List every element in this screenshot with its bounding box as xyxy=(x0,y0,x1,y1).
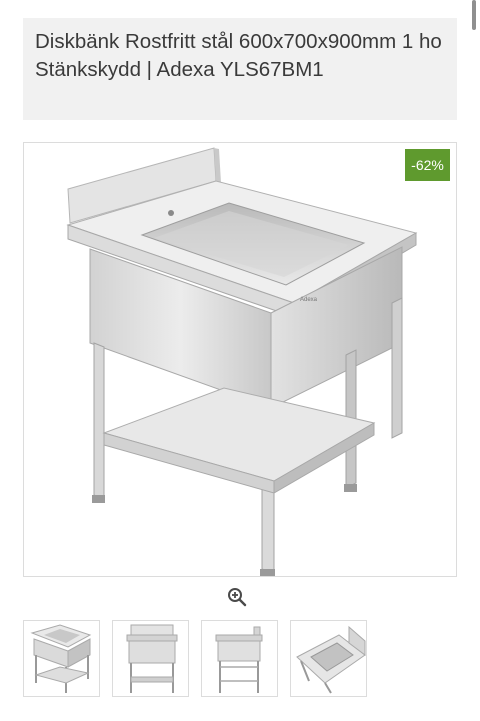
thumbnail-side[interactable] xyxy=(201,620,278,697)
product-title: Diskbänk Rostfritt stål 600x700x900mm 1 … xyxy=(35,30,442,81)
thumbnail-strip xyxy=(23,620,457,698)
sink-illustration: Adexa xyxy=(66,147,418,576)
svg-text:Adexa: Adexa xyxy=(300,297,318,303)
scrollbar[interactable] xyxy=(472,0,476,30)
zoom-in-icon[interactable] xyxy=(227,587,247,607)
main-product-image[interactable]: Adexa -62% xyxy=(23,142,457,577)
thumbnail-top[interactable] xyxy=(290,620,367,697)
thumbnail-front-angle[interactable] xyxy=(23,620,100,697)
product-title-box: Diskbänk Rostfritt stål 600x700x900mm 1 … xyxy=(23,18,457,120)
discount-badge: -62% xyxy=(405,149,450,181)
thumbnail-front[interactable] xyxy=(112,620,189,697)
